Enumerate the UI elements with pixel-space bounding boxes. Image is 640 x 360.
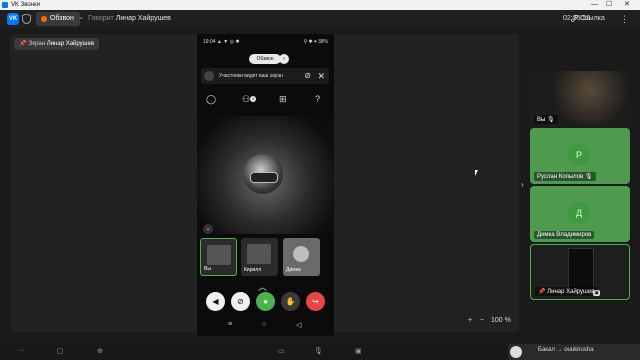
more-icon[interactable]: ···: [18, 347, 25, 354]
microphone-icon: ●: [256, 292, 275, 311]
participant-tile-linar[interactable]: 📌 Линар Хайрушев ▣: [530, 244, 630, 300]
add-icon[interactable]: ⊕: [97, 347, 103, 355]
home-icon: ○: [262, 321, 267, 328]
screen-share-prefix: Экран: [28, 41, 46, 47]
mouse-cursor: [475, 170, 478, 176]
phone-status-right: ⚲ ✱ ▾ 38%: [303, 39, 328, 45]
speaker-label: Говорит: [88, 15, 114, 22]
maximize-button[interactable]: ☐: [606, 0, 612, 10]
back-icon: ◁: [296, 322, 302, 329]
participant-tile-dimka[interactable]: Д Димка Владимиров: [530, 186, 630, 242]
zoom-value: 100 %: [491, 317, 511, 324]
screen-share-label: 📌 Экран Линар Хайрушев: [14, 38, 100, 50]
copy-link-button[interactable]: Ссылка: [571, 13, 605, 25]
speaker-icon: ◀: [206, 292, 225, 311]
speaker-name: Линар Хайрушев: [115, 15, 171, 22]
call-name-button[interactable]: Обзвон: [36, 12, 80, 26]
hang-up-icon: ↪: [306, 292, 325, 311]
more-menu-icon[interactable]: ⋮: [620, 13, 629, 25]
minimize-button[interactable]: —: [591, 0, 598, 10]
copy-link-label: Ссылка: [580, 15, 605, 22]
participant-avatar: Р: [568, 144, 590, 166]
thumb-avatar: [293, 246, 309, 262]
mic-off-icon: 🎙: [547, 117, 555, 123]
phone-status-time: 19:04 ▲ ▼ ◎ ✱: [203, 39, 240, 45]
arrow-right-icon: ›: [279, 54, 289, 64]
phone-call-label: Обзвон: [256, 56, 274, 62]
participants-icon: ⚇: [242, 94, 251, 104]
phone-thumb-dimka: Димка: [283, 238, 320, 276]
collapse-panel-icon[interactable]: ›: [521, 180, 524, 189]
chevron-down-icon: ⌄: [203, 224, 213, 234]
recents-icon: ≡: [228, 321, 233, 328]
thumb-name: Кирилл: [244, 267, 262, 273]
notification-toast[interactable]: Бакал → ouukirusha: [508, 344, 640, 360]
thumb-name: Вы: [204, 266, 211, 272]
help-icon: ?: [315, 94, 321, 104]
camera-off-icon: ⊘: [231, 292, 250, 311]
camera-off-icon: ⊘: [304, 71, 311, 80]
phone-banner-text: Участники видят ваш экран: [219, 73, 283, 79]
microphone-icon[interactable]: 🎙: [314, 347, 323, 355]
close-window-button[interactable]: ✕: [624, 0, 630, 10]
top-bar: VK Обзвон ⌄ Говорит Линар Хайрушев 02:55…: [0, 10, 640, 28]
shield-icon[interactable]: [22, 14, 31, 24]
notification-avatar: [510, 346, 522, 358]
speaker-indicator: Говорит Линар Хайрушев: [88, 13, 171, 25]
screen-share-owner: Линар Хайрушев: [46, 41, 95, 47]
call-avatar-icon: [41, 16, 47, 22]
car-image: [250, 172, 278, 183]
chat-icon[interactable]: ▢: [57, 347, 64, 355]
phone-thumb-self: Вы: [200, 238, 237, 276]
screen-share-icon: 📌: [19, 41, 27, 47]
notification-text: Бакал → ouukirusha: [538, 347, 594, 353]
participant-name: Руслан Копылов 🎙: [534, 172, 596, 181]
phone-speaker-avatar: [243, 154, 283, 194]
shared-phone-screen: 19:04 ▲ ▼ ◎ ✱ ⚲ ✱ ▾ 38% Обзвон › Участни…: [197, 34, 334, 336]
participant-tile-self[interactable]: Вы 🎙: [530, 71, 630, 127]
thumb-name: Димка: [286, 267, 301, 273]
participant-avatar: Д: [568, 202, 590, 224]
app-icon: [2, 2, 8, 8]
phone-main-video: [197, 116, 334, 234]
link-icon: [571, 14, 578, 22]
chevron-down-icon[interactable]: ⌄: [78, 13, 84, 21]
phone-share-banner: Участники видят ваш экран ⊘ ✕: [201, 68, 329, 84]
zoom-in-button[interactable]: +: [468, 314, 472, 328]
window-title: VK Звонки: [11, 2, 41, 8]
participant-name: 📌 Линар Хайрушев: [535, 287, 598, 296]
screen-share-icon[interactable]: ▣: [355, 347, 362, 355]
call-name-label: Обзвон: [50, 15, 74, 22]
window-title-bar: VK Звонки — ☐ ✕: [0, 0, 640, 10]
phone-call-pill: Обзвон ›: [249, 54, 289, 64]
vk-logo: VK: [7, 13, 19, 25]
raise-hand-icon: ✋: [281, 292, 300, 311]
camera-icon[interactable]: ▭: [278, 347, 285, 355]
phone-thumbnails: Вы Кирилл Димка: [197, 238, 334, 276]
phone-thumb-kirill: Кирилл: [241, 238, 278, 276]
phone-banner-avatar: [204, 71, 214, 81]
participant-tile-ruslan[interactable]: Р Руслан Копылов 🎙: [530, 128, 630, 184]
participant-name: Вы 🎙: [534, 115, 558, 124]
chat-icon: ◯: [206, 94, 217, 104]
participant-name: Димка Владимиров: [534, 231, 595, 239]
screen-badge-icon: ▣: [593, 290, 600, 296]
phone-call-controls: ◀ ⊘ ● ✋ ↪: [197, 292, 334, 312]
grid-icon: ⊞: [279, 94, 287, 104]
phone-nav-bar: ≡ ○ ◁: [197, 321, 334, 331]
mic-off-icon: 🎙: [584, 174, 593, 180]
phone-status-icons: ▲ ▼ ◎ ✱: [216, 39, 240, 45]
pin-icon: 📌: [538, 289, 546, 295]
zoom-out-button[interactable]: −: [480, 314, 484, 328]
phone-toolbar: ◯ ⚇ ⊞ ?: [197, 94, 334, 108]
thumb-image: [247, 244, 271, 264]
zoom-control: + − 100 %: [462, 314, 514, 328]
thumb-image: [207, 245, 231, 265]
participants-count-badge: 3: [250, 96, 256, 102]
close-icon: ✕: [317, 71, 325, 81]
